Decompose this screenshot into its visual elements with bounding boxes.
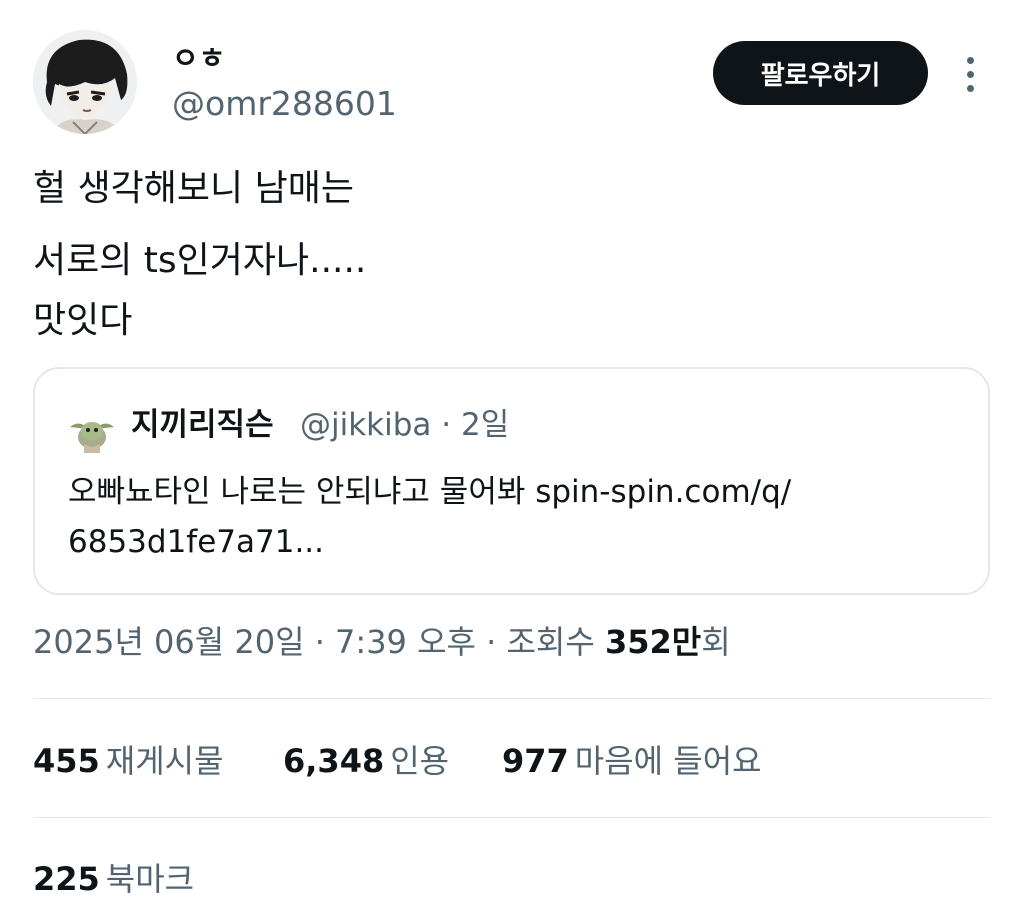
likes-stat[interactable]: 977 마음에 들어요 <box>502 738 762 784</box>
bookmarks-label: 북마크 <box>105 860 195 898</box>
tweet-text-line: 서로의 ts인거자나..... <box>33 240 367 281</box>
quoted-tweet-card[interactable]: 지끼리직슨 @jikkiba · 2일 오빠뇨타인 나로는 안되냐고 물어봐 s… <box>33 367 990 595</box>
divider <box>33 698 991 699</box>
tweet-meta: 2025년 06월 20일 · 7:39 오후 · 조회수 352만회 <box>33 620 731 664</box>
follow-button[interactable]: 팔로우하기 <box>713 41 928 105</box>
quoted-author-handle-time: @jikkiba · 2일 <box>300 407 510 443</box>
reposts-label: 재게시물 <box>105 742 224 780</box>
tweet-text-line: 헐 생각해보니 남매는 <box>33 168 354 209</box>
bookmarks-stat[interactable]: 225 북마크 <box>33 856 194 902</box>
view-count-suffix: 회 <box>701 623 731 661</box>
view-count: 352만 <box>604 623 702 661</box>
more-dot <box>966 84 974 92</box>
divider <box>33 817 991 818</box>
more-dot <box>966 70 974 78</box>
tweet-timestamp[interactable]: 2025년 06월 20일 · 7:39 오후 · 조회수 <box>33 623 605 661</box>
tweet-text-line: 맛잇다 <box>33 300 133 341</box>
author-avatar[interactable] <box>33 30 137 134</box>
quotes-stat[interactable]: 6,348 인용 <box>283 738 449 784</box>
author-display-name[interactable]: ㅇㅎ <box>172 40 225 76</box>
more-dot <box>966 56 974 64</box>
quoted-avatar-illustration <box>68 407 116 455</box>
likes-count: 977 <box>502 742 569 780</box>
more-vertical-icon[interactable] <box>952 52 988 96</box>
quoted-tweet-text-line: 오빠뇨타인 나로는 안되냐고 물어봐 spin-spin.com/q/ <box>68 474 792 510</box>
reposts-stat[interactable]: 455 재게시물 <box>33 738 224 784</box>
quoted-author-name: 지끼리직슨 <box>131 407 274 443</box>
quoted-author-avatar <box>68 407 116 455</box>
quotes-label: 인용 <box>390 742 450 780</box>
avatar-illustration <box>33 30 137 134</box>
bookmarks-count: 225 <box>33 860 100 898</box>
quoted-tweet-text-line: 6853d1fe7a71... <box>68 524 325 560</box>
author-handle[interactable]: @omr288601 <box>172 84 397 124</box>
reposts-count: 455 <box>33 742 100 780</box>
quotes-count: 6,348 <box>283 742 385 780</box>
likes-label: 마음에 들어요 <box>574 742 762 780</box>
